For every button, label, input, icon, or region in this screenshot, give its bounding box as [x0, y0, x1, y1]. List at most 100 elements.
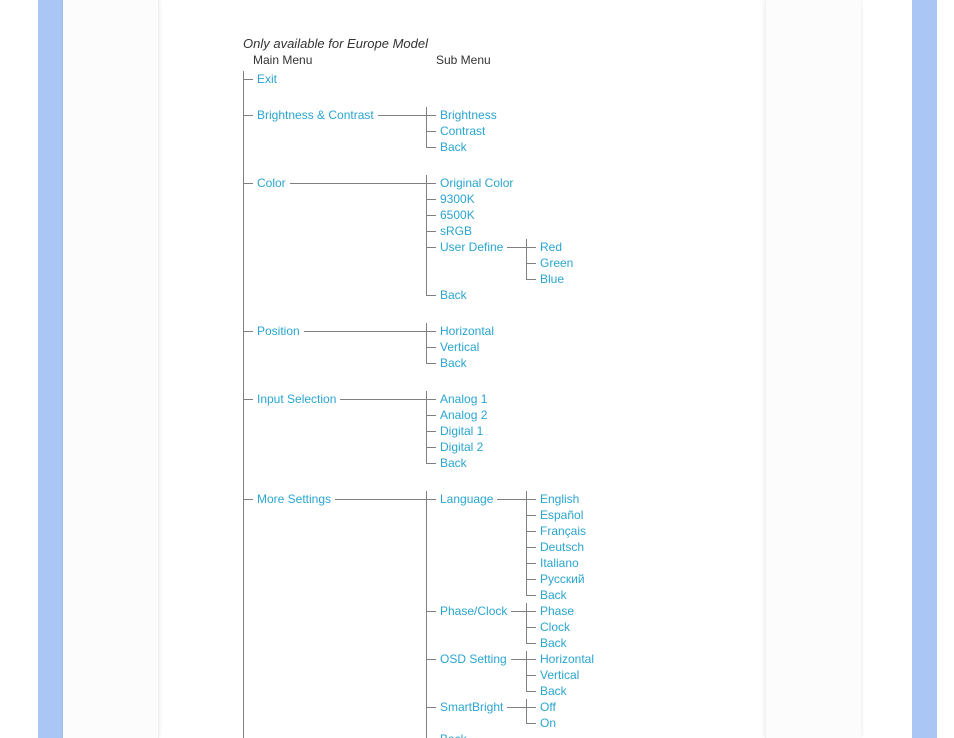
- decor-strip-left: [38, 0, 63, 738]
- menu-label-red: Red: [540, 239, 562, 255]
- menu-label-digital-2: Digital 2: [440, 439, 483, 455]
- menu-label-phase: Phase: [540, 603, 574, 619]
- menu-item-user-define: User Define RedGreenBlue: [426, 239, 594, 287]
- menu-label-clock: Clock: [540, 619, 570, 635]
- connector: [378, 115, 426, 116]
- connector: [335, 499, 426, 500]
- menu-label-color: Color: [257, 175, 286, 191]
- menu-item-phase-clock: Phase/Clock PhaseClockBack: [426, 603, 594, 651]
- connector: [507, 247, 526, 248]
- menu-item-vertical: Vertical: [426, 339, 594, 355]
- menu-label-blue: Blue: [540, 271, 564, 287]
- connector: [340, 399, 426, 400]
- connector: [304, 331, 426, 332]
- menu-item-brightness: Brightness: [426, 107, 594, 123]
- menu-item-espa-ol: Español: [526, 507, 594, 523]
- col-header-main: Main Menu: [253, 53, 312, 67]
- menu-label-back: Back: [440, 139, 467, 155]
- menu-label-osd-setting: OSD Setting: [440, 651, 507, 667]
- menu-item-english: English: [526, 491, 594, 507]
- menu-item-back: Back: [526, 683, 594, 699]
- menu-label-analog-2: Analog 2: [440, 407, 487, 423]
- menu-item-horizontal: Horizontal: [426, 323, 594, 339]
- menu-label-more-settings: More Settings: [257, 491, 331, 507]
- menu-label-language: Language: [440, 491, 493, 507]
- menu-item-srgb: sRGB: [426, 223, 594, 239]
- menu-item-input-selection: Input Selection Analog 1Analog 2Digital 1…: [243, 391, 594, 491]
- menu-label-smartbright: SmartBright: [440, 699, 503, 715]
- menu-tree: Exit Brightness & Contrast BrightnessContr…: [243, 71, 594, 738]
- menu-label-analog-1: Analog 1: [440, 391, 487, 407]
- menu-item-analog-1: Analog 1: [426, 391, 594, 407]
- menu-label-back: Back: [440, 287, 467, 303]
- col-header-sub: Sub Menu: [436, 53, 491, 67]
- menu-item-digital-1: Digital 1: [426, 423, 594, 439]
- menu-item-back: Back: [526, 635, 594, 651]
- europe-note: Only available for Europe Model: [243, 36, 594, 51]
- menu-item-phase: Phase: [526, 603, 594, 619]
- page: Only available for Europe Model Main Men…: [0, 0, 954, 738]
- menu-item-deutsch: Deutsch: [526, 539, 594, 555]
- menu-item-6500k: 6500K: [426, 207, 594, 223]
- menu-label-brightness-and-contrast: Brightness & Contrast: [257, 107, 374, 123]
- connector: [511, 659, 526, 660]
- menu-item-contrast: Contrast: [426, 123, 594, 139]
- menu-label-contrast: Contrast: [440, 123, 485, 139]
- menu-label-fran-ais: Français: [540, 523, 586, 539]
- menu-label-espa-ol: Español: [540, 507, 583, 523]
- menu-item-brightness-and-contrast: Brightness & Contrast BrightnessContrastB…: [243, 107, 594, 175]
- menu-label-deutsch: Deutsch: [540, 539, 584, 555]
- menu-label-back: Back: [440, 355, 467, 371]
- menu-label-srgb: sRGB: [440, 223, 472, 239]
- menu-label-off: Off: [540, 699, 556, 715]
- menu-label-phase-clock: Phase/Clock: [440, 603, 507, 619]
- menu-item-green: Green: [526, 255, 594, 271]
- connector: [497, 499, 526, 500]
- menu-label-on: On: [540, 715, 556, 731]
- connector: [507, 707, 526, 708]
- menu-label-input-selection: Input Selection: [257, 391, 336, 407]
- menu-label-original-color: Original Color: [440, 175, 513, 191]
- menu-item-exit: Exit: [243, 71, 594, 107]
- menu-label-back: Back: [540, 683, 567, 699]
- decor-strip-right: [912, 0, 937, 738]
- menu-item-more-settings: More Settings Language EnglishEspañolFranç…: [243, 491, 594, 738]
- menu-label-back: Back: [540, 635, 567, 651]
- menu-item-original-color: Original Color: [426, 175, 594, 191]
- menu-item-color: Color Original Color9300K6500KsRGBUser De…: [243, 175, 594, 323]
- menu-item-digital-2: Digital 2: [426, 439, 594, 455]
- menu-label-english: English: [540, 491, 579, 507]
- menu-item-back: Back: [426, 355, 594, 371]
- menu-item-: Русский: [526, 571, 594, 587]
- menu-item-horizontal: Horizontal: [526, 651, 594, 667]
- menu-label-italiano: Italiano: [540, 555, 579, 571]
- menu-item-back: Back: [426, 731, 594, 738]
- menu-item-blue: Blue: [526, 271, 594, 287]
- decor-page-right: [765, 0, 861, 738]
- menu-label-horizontal: Horizontal: [540, 651, 594, 667]
- menu-label-exit: Exit: [257, 71, 277, 87]
- menu-item-language: Language EnglishEspañolFrançaisDeutschIta…: [426, 491, 594, 603]
- menu-label-horizontal: Horizontal: [440, 323, 494, 339]
- menu-label-vertical: Vertical: [440, 339, 479, 355]
- menu-label-user-define: User Define: [440, 239, 503, 255]
- menu-item-clock: Clock: [526, 619, 594, 635]
- menu-item-back: Back: [426, 455, 594, 471]
- menu-item-position: Position HorizontalVerticalBack: [243, 323, 594, 391]
- menu-item-back: Back: [426, 139, 594, 155]
- menu-label-back: Back: [540, 587, 567, 603]
- menu-label-: Русский: [540, 571, 585, 587]
- menu-label-back: Back: [440, 455, 467, 471]
- osd-menu-diagram: Only available for Europe Model Main Men…: [243, 36, 594, 738]
- menu-label-back: Back: [440, 731, 467, 738]
- menu-label-9300k: 9300K: [440, 191, 475, 207]
- connector: [511, 611, 526, 612]
- menu-item-red: Red: [526, 239, 594, 255]
- menu-label-green: Green: [540, 255, 573, 271]
- menu-label-vertical: Vertical: [540, 667, 579, 683]
- decor-page-left: [63, 0, 159, 738]
- menu-item-on: On: [526, 715, 594, 731]
- menu-label-digital-1: Digital 1: [440, 423, 483, 439]
- menu-label-position: Position: [257, 323, 300, 339]
- menu-label-brightness: Brightness: [440, 107, 497, 123]
